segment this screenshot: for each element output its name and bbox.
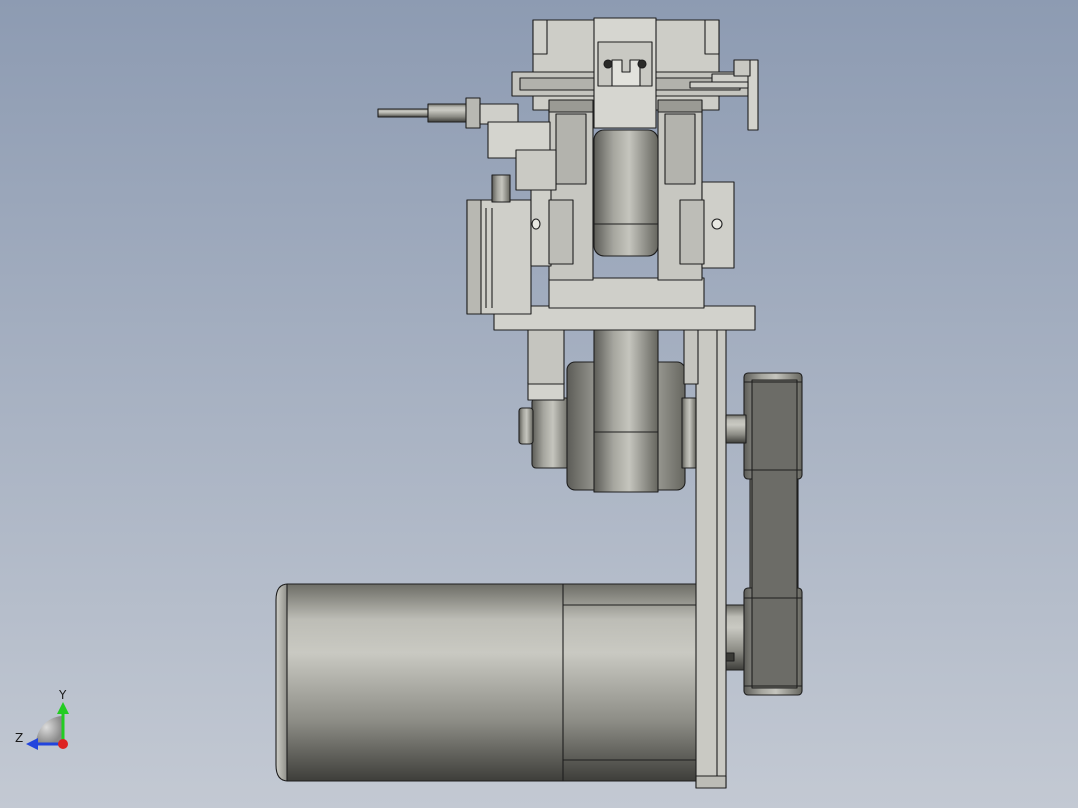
bolt-hole	[711, 218, 723, 230]
roller-frame-right-inner	[664, 113, 696, 185]
roller-hub-left	[531, 397, 571, 469]
triad-origin	[58, 739, 68, 749]
roller-hub-right	[681, 397, 697, 469]
cylinder-endcap	[466, 199, 482, 315]
clamp-pin	[637, 59, 647, 69]
triad-z-label: Z	[15, 731, 23, 745]
plate-main	[695, 327, 727, 789]
table-riser	[548, 277, 705, 309]
motor-endcap	[275, 583, 289, 782]
rod-mount-lower	[515, 149, 557, 191]
side-knob	[518, 407, 534, 445]
bearing-cup-left	[548, 99, 594, 113]
bracket-tab	[733, 59, 751, 77]
rod-bracket	[479, 103, 519, 125]
guide-slot	[679, 199, 705, 265]
clamp-pin	[603, 59, 613, 69]
clamp-ear-right	[704, 19, 720, 55]
plate-shaft-upper	[725, 414, 747, 444]
bearing-block	[527, 381, 565, 401]
triad-y-label: Y	[58, 688, 67, 702]
bearing-cup-right	[657, 99, 703, 113]
motor[interactable]	[275, 583, 749, 782]
rod-shaft	[377, 108, 429, 118]
bolt-hole	[531, 218, 541, 230]
sensor-bar	[689, 81, 749, 89]
support-leg-left	[527, 327, 565, 385]
motor-shaft-key	[725, 652, 735, 662]
plate-foot	[695, 775, 727, 789]
motor-body	[286, 583, 565, 782]
belt-band	[751, 379, 798, 689]
clamp-ear-left	[532, 19, 548, 55]
cad-viewport[interactable]: Y Z	[0, 0, 1078, 808]
rod-nut	[465, 97, 481, 129]
roller-frame-left-inner	[555, 113, 587, 185]
motor-gearhead	[562, 583, 698, 782]
rod-body	[427, 103, 471, 123]
drive-belt[interactable]	[743, 372, 803, 696]
cylinder-rod	[491, 174, 511, 203]
table-plate	[493, 305, 756, 331]
roller-center	[593, 329, 659, 493]
support-leg-right	[683, 327, 699, 385]
main-roller-body	[593, 129, 659, 257]
guide-slot	[548, 199, 574, 265]
